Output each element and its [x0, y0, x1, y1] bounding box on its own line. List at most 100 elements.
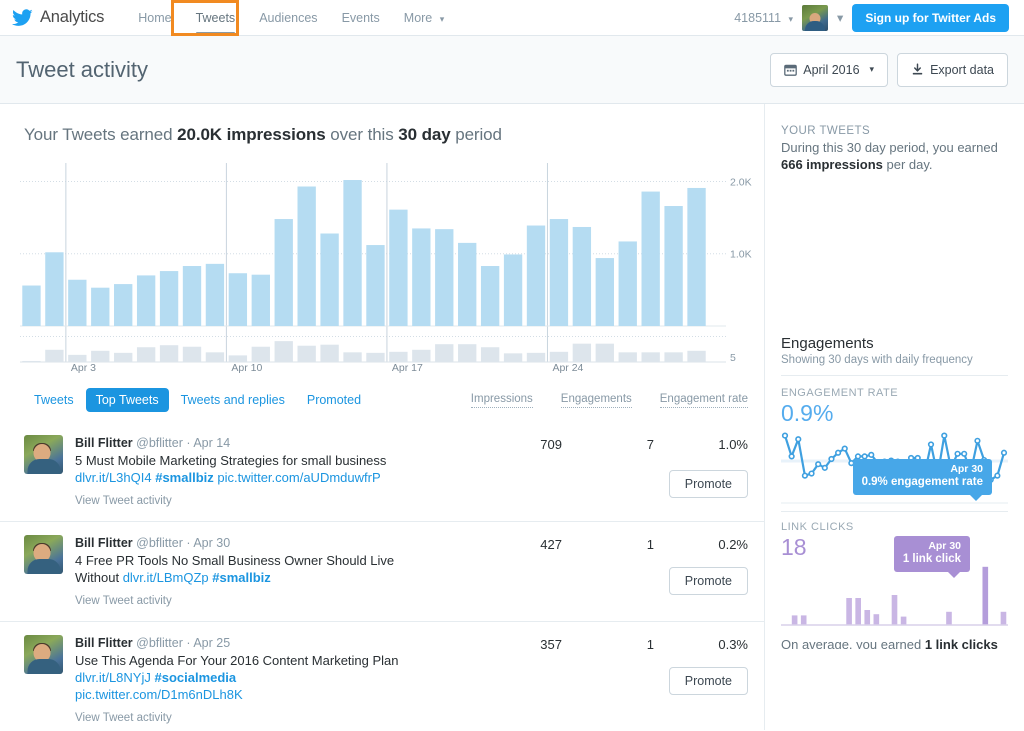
page-title: Tweet activity	[16, 57, 148, 83]
tweet-date[interactable]: Apr 30	[193, 536, 230, 550]
tweet-author-handle[interactable]: @bflitter	[136, 536, 183, 550]
tweet-author-name[interactable]: Bill Flitter	[75, 636, 133, 650]
nav-item-audiences-label: Audiences	[259, 11, 317, 25]
brand-logo[interactable]: Analytics	[12, 8, 104, 27]
avatar-body	[27, 459, 60, 474]
view-tweet-activity-link[interactable]: View Tweet activity	[75, 595, 172, 607]
tweet-meta-separator: ·	[186, 536, 190, 550]
link-clicks-footer-bold: 1 link clicks	[925, 637, 998, 649]
link-clicks-bar-chart[interactable]	[781, 561, 1008, 633]
column-header-engagements[interactable]: Engagements	[561, 393, 632, 408]
stat-engagement-rate: 0.2%	[654, 537, 748, 552]
svg-text:Apr 10: Apr 10	[231, 362, 262, 374]
avatar-body	[27, 559, 60, 574]
tweet-filter-tabs: Tweets Top Tweets Tweets and replies Pro…	[0, 374, 764, 422]
nav-item-more-label: More	[404, 11, 432, 25]
date-range-label: April 2016	[803, 63, 859, 77]
headline-prefix: Your Tweets earned	[24, 125, 177, 144]
promote-button[interactable]: Promote	[669, 567, 748, 595]
engagement-rate-kicker: ENGAGEMENT RATE	[781, 387, 1008, 399]
tweet-text-body: 5 Must Mobile Marketing Strategies for s…	[75, 453, 386, 468]
engagement-rate-tooltip: Apr 30 0.9% engagement rate	[853, 459, 992, 495]
link-clicks-footer-prefix: On average, you earned	[781, 637, 925, 649]
stat-engagements: 7	[562, 437, 654, 452]
svg-text:1.0K: 1.0K	[730, 249, 752, 261]
promote-wrap: Promote	[669, 470, 748, 498]
avatar[interactable]	[24, 435, 63, 474]
view-tweet-activity-link[interactable]: View Tweet activity	[75, 495, 172, 507]
avatar[interactable]	[24, 535, 63, 574]
nav-item-events-label: Events	[342, 11, 380, 25]
avatar[interactable]	[24, 635, 63, 674]
table-row[interactable]: Bill Flitter @bflitter · Apr 14 5 Must M…	[0, 422, 764, 521]
tweet-meta-separator: ·	[186, 636, 190, 650]
tweet-link[interactable]: dlvr.it/L3hQI4	[75, 470, 152, 485]
page-header-actions: April 2016 ▾ Export data	[770, 53, 1008, 87]
promote-wrap: Promote	[669, 667, 748, 695]
tab-promoted[interactable]: Promoted	[297, 388, 371, 412]
nav-item-audiences[interactable]: Audiences	[247, 1, 329, 35]
account-name: 4185111	[734, 11, 781, 25]
link-clicks-kicker: LINK CLICKS	[781, 521, 1008, 533]
top-navigation: Analytics Home Tweets Audiences Events M…	[0, 0, 1024, 36]
tweet-text: 5 Must Mobile Marketing Strategies for s…	[75, 452, 405, 486]
tweet-hashtag[interactable]: #socialmedia	[151, 670, 236, 685]
impressions-chart-svg: 2.0K1.0K5Apr 3Apr 10Apr 17Apr 24	[20, 159, 753, 374]
stat-engagement-rate: 1.0%	[654, 437, 748, 452]
account-switcher[interactable]: 4185111 ▾	[734, 11, 793, 25]
tweet-text-body: Use This Agenda For Your 2016 Content Ma…	[75, 653, 399, 668]
table-row[interactable]: Bill Flitter @bflitter · Apr 25 Use This…	[0, 621, 764, 731]
promote-button[interactable]: Promote	[669, 667, 748, 695]
tab-tweets[interactable]: Tweets	[24, 388, 84, 412]
engagements-title: Engagements	[781, 335, 1008, 352]
your-tweets-text-prefix: During this 30 day period, you earned	[781, 140, 998, 155]
column-header-impressions[interactable]: Impressions	[471, 393, 533, 408]
promote-button[interactable]: Promote	[669, 470, 748, 498]
table-row[interactable]: Bill Flitter @bflitter · Apr 30 4 Free P…	[0, 521, 764, 621]
avatar-body	[805, 21, 825, 31]
sidebar: YOUR TWEETS During this 30 day period, y…	[765, 104, 1024, 730]
avatar[interactable]	[802, 5, 828, 31]
tweet-author-handle[interactable]: @bflitter	[136, 436, 183, 450]
nav-item-events[interactable]: Events	[330, 1, 392, 35]
nav-links: Home Tweets Audiences Events More ▾	[126, 1, 456, 35]
tweet-author-name[interactable]: Bill Flitter	[75, 436, 133, 450]
date-range-picker[interactable]: April 2016 ▾	[770, 53, 888, 87]
tweet-author-handle[interactable]: @bflitter	[136, 636, 183, 650]
tweet-content: Bill Flitter @bflitter · Apr 14 5 Must M…	[75, 435, 476, 509]
nav-item-home[interactable]: Home	[126, 1, 183, 35]
avatar-menu-caret[interactable]: ▾	[837, 10, 843, 25]
tweet-hashtag[interactable]: #smallbiz	[209, 570, 271, 585]
tweet-pic-link[interactable]: pic.twitter.com/aUDmduwfrP	[214, 470, 381, 485]
stat-engagements: 1	[562, 637, 654, 652]
tweet-hashtag[interactable]: #smallbiz	[152, 470, 214, 485]
tweet-date[interactable]: Apr 14	[193, 436, 230, 450]
signup-twitter-ads-button[interactable]: Sign up for Twitter Ads	[852, 4, 1009, 32]
nav-item-tweets[interactable]: Tweets	[184, 1, 248, 35]
tab-tweets-and-replies[interactable]: Tweets and replies	[171, 388, 295, 412]
page-body: Your Tweets earned 20.0K impressions ove…	[0, 104, 1024, 730]
engagement-rate-tooltip-date: Apr 30	[862, 463, 983, 476]
tweet-date[interactable]: Apr 25	[193, 636, 230, 650]
avatar-body	[27, 659, 60, 674]
your-tweets-panel: YOUR TWEETS During this 30 day period, y…	[765, 104, 1024, 173]
svg-text:Apr 3: Apr 3	[71, 362, 96, 374]
your-tweets-text-bold: 666 impressions	[781, 157, 883, 172]
tweet-link[interactable]: dlvr.it/L8NYjJ	[75, 670, 151, 685]
tweet-author-name[interactable]: Bill Flitter	[75, 536, 133, 550]
link-clicks-tooltip-date: Apr 30	[903, 540, 961, 553]
tweet-list: Bill Flitter @bflitter · Apr 14 5 Must M…	[0, 422, 764, 731]
tweet-pic-link[interactable]: pic.twitter.com/D1m6nDLh8K	[75, 687, 243, 702]
tweet-meta: Bill Flitter @bflitter · Apr 25	[75, 635, 470, 651]
chevron-down-icon: ▾	[440, 14, 445, 25]
engagements-panel: Engagements Showing 30 days with daily f…	[765, 335, 1024, 633]
twitter-bird-icon	[12, 9, 33, 27]
tweet-link[interactable]: dlvr.it/LBmQZp	[123, 570, 209, 585]
export-data-button[interactable]: Export data	[897, 53, 1008, 87]
nav-item-more[interactable]: More ▾	[392, 1, 457, 35]
tab-top-tweets[interactable]: Top Tweets	[86, 388, 169, 412]
view-tweet-activity-link[interactable]: View Tweet activity	[75, 712, 172, 724]
column-header-engagement-rate[interactable]: Engagement rate	[660, 393, 748, 408]
impressions-chart[interactable]: 2.0K1.0K5Apr 3Apr 10Apr 17Apr 24	[20, 159, 752, 374]
tweet-content: Bill Flitter @bflitter · Apr 30 4 Free P…	[75, 535, 476, 609]
